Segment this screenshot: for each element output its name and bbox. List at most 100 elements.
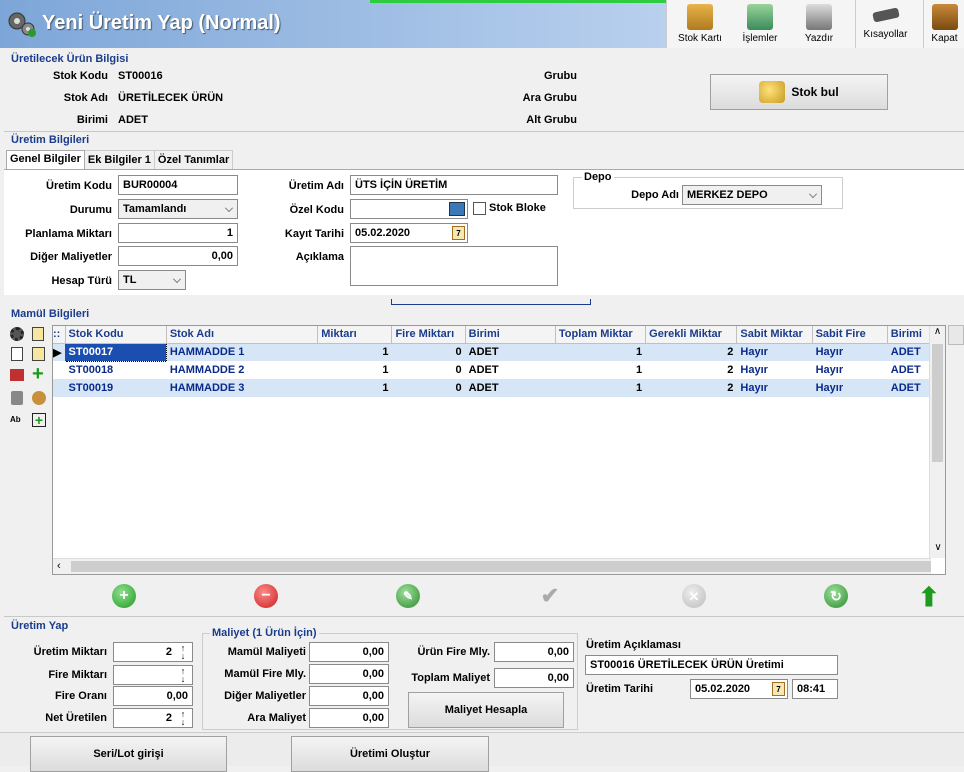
diger-maliyet-input[interactable]: 0,00 [309, 686, 389, 706]
diger-maliyetler-input[interactable]: 0,00 [118, 246, 238, 266]
col-birimi[interactable]: Birimi [465, 326, 556, 344]
depo-adi-select[interactable]: MERKEZ DEPO [682, 185, 822, 205]
tab-genel-bilgiler[interactable]: Genel Bilgiler [6, 150, 85, 170]
toolbar-stok-karti[interactable]: Stok Kartı [673, 0, 727, 48]
add-green-icon[interactable]: + [32, 364, 46, 384]
mamul-fire-input[interactable]: 0,00 [309, 664, 389, 684]
col-sabit-fire[interactable]: Sabit Fire [812, 326, 888, 344]
spinner-icon[interactable]: ↑ ↓ [176, 710, 190, 727]
uretimi-olustur-button[interactable]: Üretimi Oluştur [291, 736, 489, 772]
ozel-kodu-input[interactable] [350, 199, 468, 219]
cell-sabit-miktar[interactable]: Hayır [737, 379, 812, 397]
fire-orani-input[interactable]: 0,00 [113, 686, 193, 706]
vertical-scrollbar[interactable]: ∧ ∨ [929, 326, 945, 558]
cell-gerekli[interactable]: 2 [646, 343, 737, 361]
cell-stok-kodu[interactable]: ST00017 [64, 342, 167, 362]
delete-row-button[interactable]: − [254, 584, 278, 608]
cell-stok-adi[interactable]: HAMMADDE 1 [166, 343, 317, 361]
add-row-button[interactable]: + [112, 584, 136, 608]
cell-sabit-fire[interactable]: Hayır [812, 343, 887, 361]
toplam-maliyet-input[interactable]: 0,00 [494, 668, 574, 688]
net-uretilen-input[interactable]: 2 ↑ ↓ [113, 708, 193, 728]
hesap-turu-select[interactable]: TL [118, 270, 186, 290]
toolbar-kapat[interactable]: Kapat [923, 0, 964, 48]
scroll-left-icon[interactable]: ‹ [57, 560, 61, 572]
fire-miktari-input[interactable]: ↑ ↓ [113, 665, 193, 685]
tab-ek-bilgiler-1[interactable]: Ek Bilgiler 1 [84, 150, 155, 170]
cell-sabit-fire[interactable]: Hayır [812, 361, 887, 379]
cell-stok-adi[interactable]: HAMMADDE 2 [166, 361, 317, 379]
spinner-icon[interactable]: ↑ ↓ [176, 667, 190, 684]
refresh-button[interactable]: ↻ [824, 584, 848, 608]
cell-gerekli[interactable]: 2 [646, 361, 737, 379]
col-birimi-2[interactable]: Birimi [887, 326, 934, 344]
cell-stok-adi[interactable]: HAMMADDE 3 [166, 379, 317, 397]
aciklama-textarea[interactable] [350, 246, 558, 286]
new-doc-icon[interactable] [11, 347, 23, 361]
calendar-icon[interactable]: 7 [772, 682, 785, 696]
col-fire-miktari[interactable]: Fire Miktarı [391, 326, 466, 344]
tab-ozel-tanimlar[interactable]: Özel Tanımlar [154, 150, 234, 170]
col-sabit-miktar[interactable]: Sabit Miktar [736, 326, 813, 344]
rename-icon[interactable]: Ab [10, 415, 26, 427]
splitter-handle[interactable] [391, 299, 591, 305]
col-gerekli-miktar[interactable]: Gerekli Miktar [645, 326, 738, 344]
table-row[interactable]: ST00018 HAMMADDE 2 1 0 ADET 1 2 Hayır Ha… [53, 361, 933, 379]
mamul-maliyeti-input[interactable]: 0,00 [309, 642, 389, 662]
cell-sabit-miktar[interactable]: Hayır [737, 361, 812, 379]
scroll-thumb[interactable] [932, 344, 943, 462]
cell-fire[interactable]: 0 [392, 343, 465, 361]
edit-row-button[interactable]: ✎ [396, 584, 420, 608]
stok-bloke-checkbox[interactable] [473, 202, 486, 215]
kayit-tarihi-input[interactable]: 05.02.2020 7 [350, 223, 468, 243]
up-arrow-icon[interactable]: ⬆ [918, 584, 940, 612]
uretim-aciklamasi-input[interactable]: ST00016 ÜRETİLECEK ÜRÜN Üretimi [585, 655, 838, 675]
urun-fire-input[interactable]: 0,00 [494, 642, 574, 662]
cell-birimi-2[interactable]: ADET [887, 343, 932, 361]
cell-miktari[interactable]: 1 [318, 379, 392, 397]
seri-lot-button[interactable]: Seri/Lot girişi [30, 736, 227, 772]
col-miktari[interactable]: Miktarı [317, 326, 393, 344]
uretim-saati-input[interactable]: 08:41 [792, 679, 838, 699]
scroll-up-icon[interactable]: ∧ [930, 326, 945, 342]
cell-birimi-2[interactable]: ADET [887, 379, 932, 397]
cell-gerekli[interactable]: 2 [646, 379, 737, 397]
cell-toplam[interactable]: 1 [555, 379, 645, 397]
col-toplam-miktar[interactable]: Toplam Miktar [555, 326, 647, 344]
planlama-input[interactable]: 1 [118, 223, 238, 243]
add-box-icon[interactable]: + [32, 413, 46, 427]
uretim-miktari-input[interactable]: 2 ↑ ↓ [113, 642, 193, 662]
cell-miktari[interactable]: 1 [318, 361, 392, 379]
lookup-icon[interactable] [449, 202, 465, 216]
notes-icon[interactable] [32, 327, 44, 341]
spinner-icon[interactable]: ↑ ↓ [176, 644, 190, 661]
cell-toplam[interactable]: 1 [555, 361, 645, 379]
uretim-kodu-input[interactable]: BUR00004 [118, 175, 238, 195]
cell-sabit-fire[interactable]: Hayır [812, 379, 887, 397]
toolbar-yazdir[interactable]: Yazdır [793, 0, 845, 48]
cell-fire[interactable]: 0 [392, 379, 465, 397]
horizontal-scrollbar[interactable]: ‹ [53, 558, 931, 574]
ara-maliyet-input[interactable]: 0,00 [309, 708, 389, 728]
stok-bul-button[interactable]: Stok bul [710, 74, 888, 110]
cell-birimi[interactable]: ADET [465, 379, 555, 397]
cell-birimi[interactable]: ADET [465, 361, 555, 379]
table-row[interactable]: ▶ ST00017 HAMMADDE 1 1 0 ADET 1 2 Hayır … [53, 342, 933, 362]
confirm-button[interactable]: ✔ [538, 584, 562, 608]
maliyet-hesapla-button[interactable]: Maliyet Hesapla [408, 692, 564, 728]
trash-icon[interactable] [11, 391, 23, 405]
toolbar-islemler[interactable]: İşlemler [733, 0, 787, 48]
durumu-select[interactable]: Tamamlandı [118, 199, 238, 219]
table-row[interactable]: ST00019 HAMMADDE 3 1 0 ADET 1 2 Hayır Ha… [53, 379, 933, 397]
cell-stok-kodu[interactable]: ST00019 [65, 379, 166, 397]
col-stok-adi[interactable]: Stok Adı [166, 326, 319, 344]
import-icon[interactable] [10, 369, 24, 381]
hscroll-thumb[interactable] [71, 561, 931, 572]
calendar-icon[interactable]: 7 [452, 226, 465, 240]
col-stok-kodu[interactable]: Stok Kodu [65, 326, 167, 344]
cell-sabit-miktar[interactable]: Hayır [737, 343, 812, 361]
cell-birimi-2[interactable]: ADET [887, 361, 932, 379]
scroll-down-icon[interactable]: ∨ [930, 542, 945, 558]
cell-toplam[interactable]: 1 [555, 343, 645, 361]
cell-stok-kodu[interactable]: ST00018 [65, 361, 166, 379]
